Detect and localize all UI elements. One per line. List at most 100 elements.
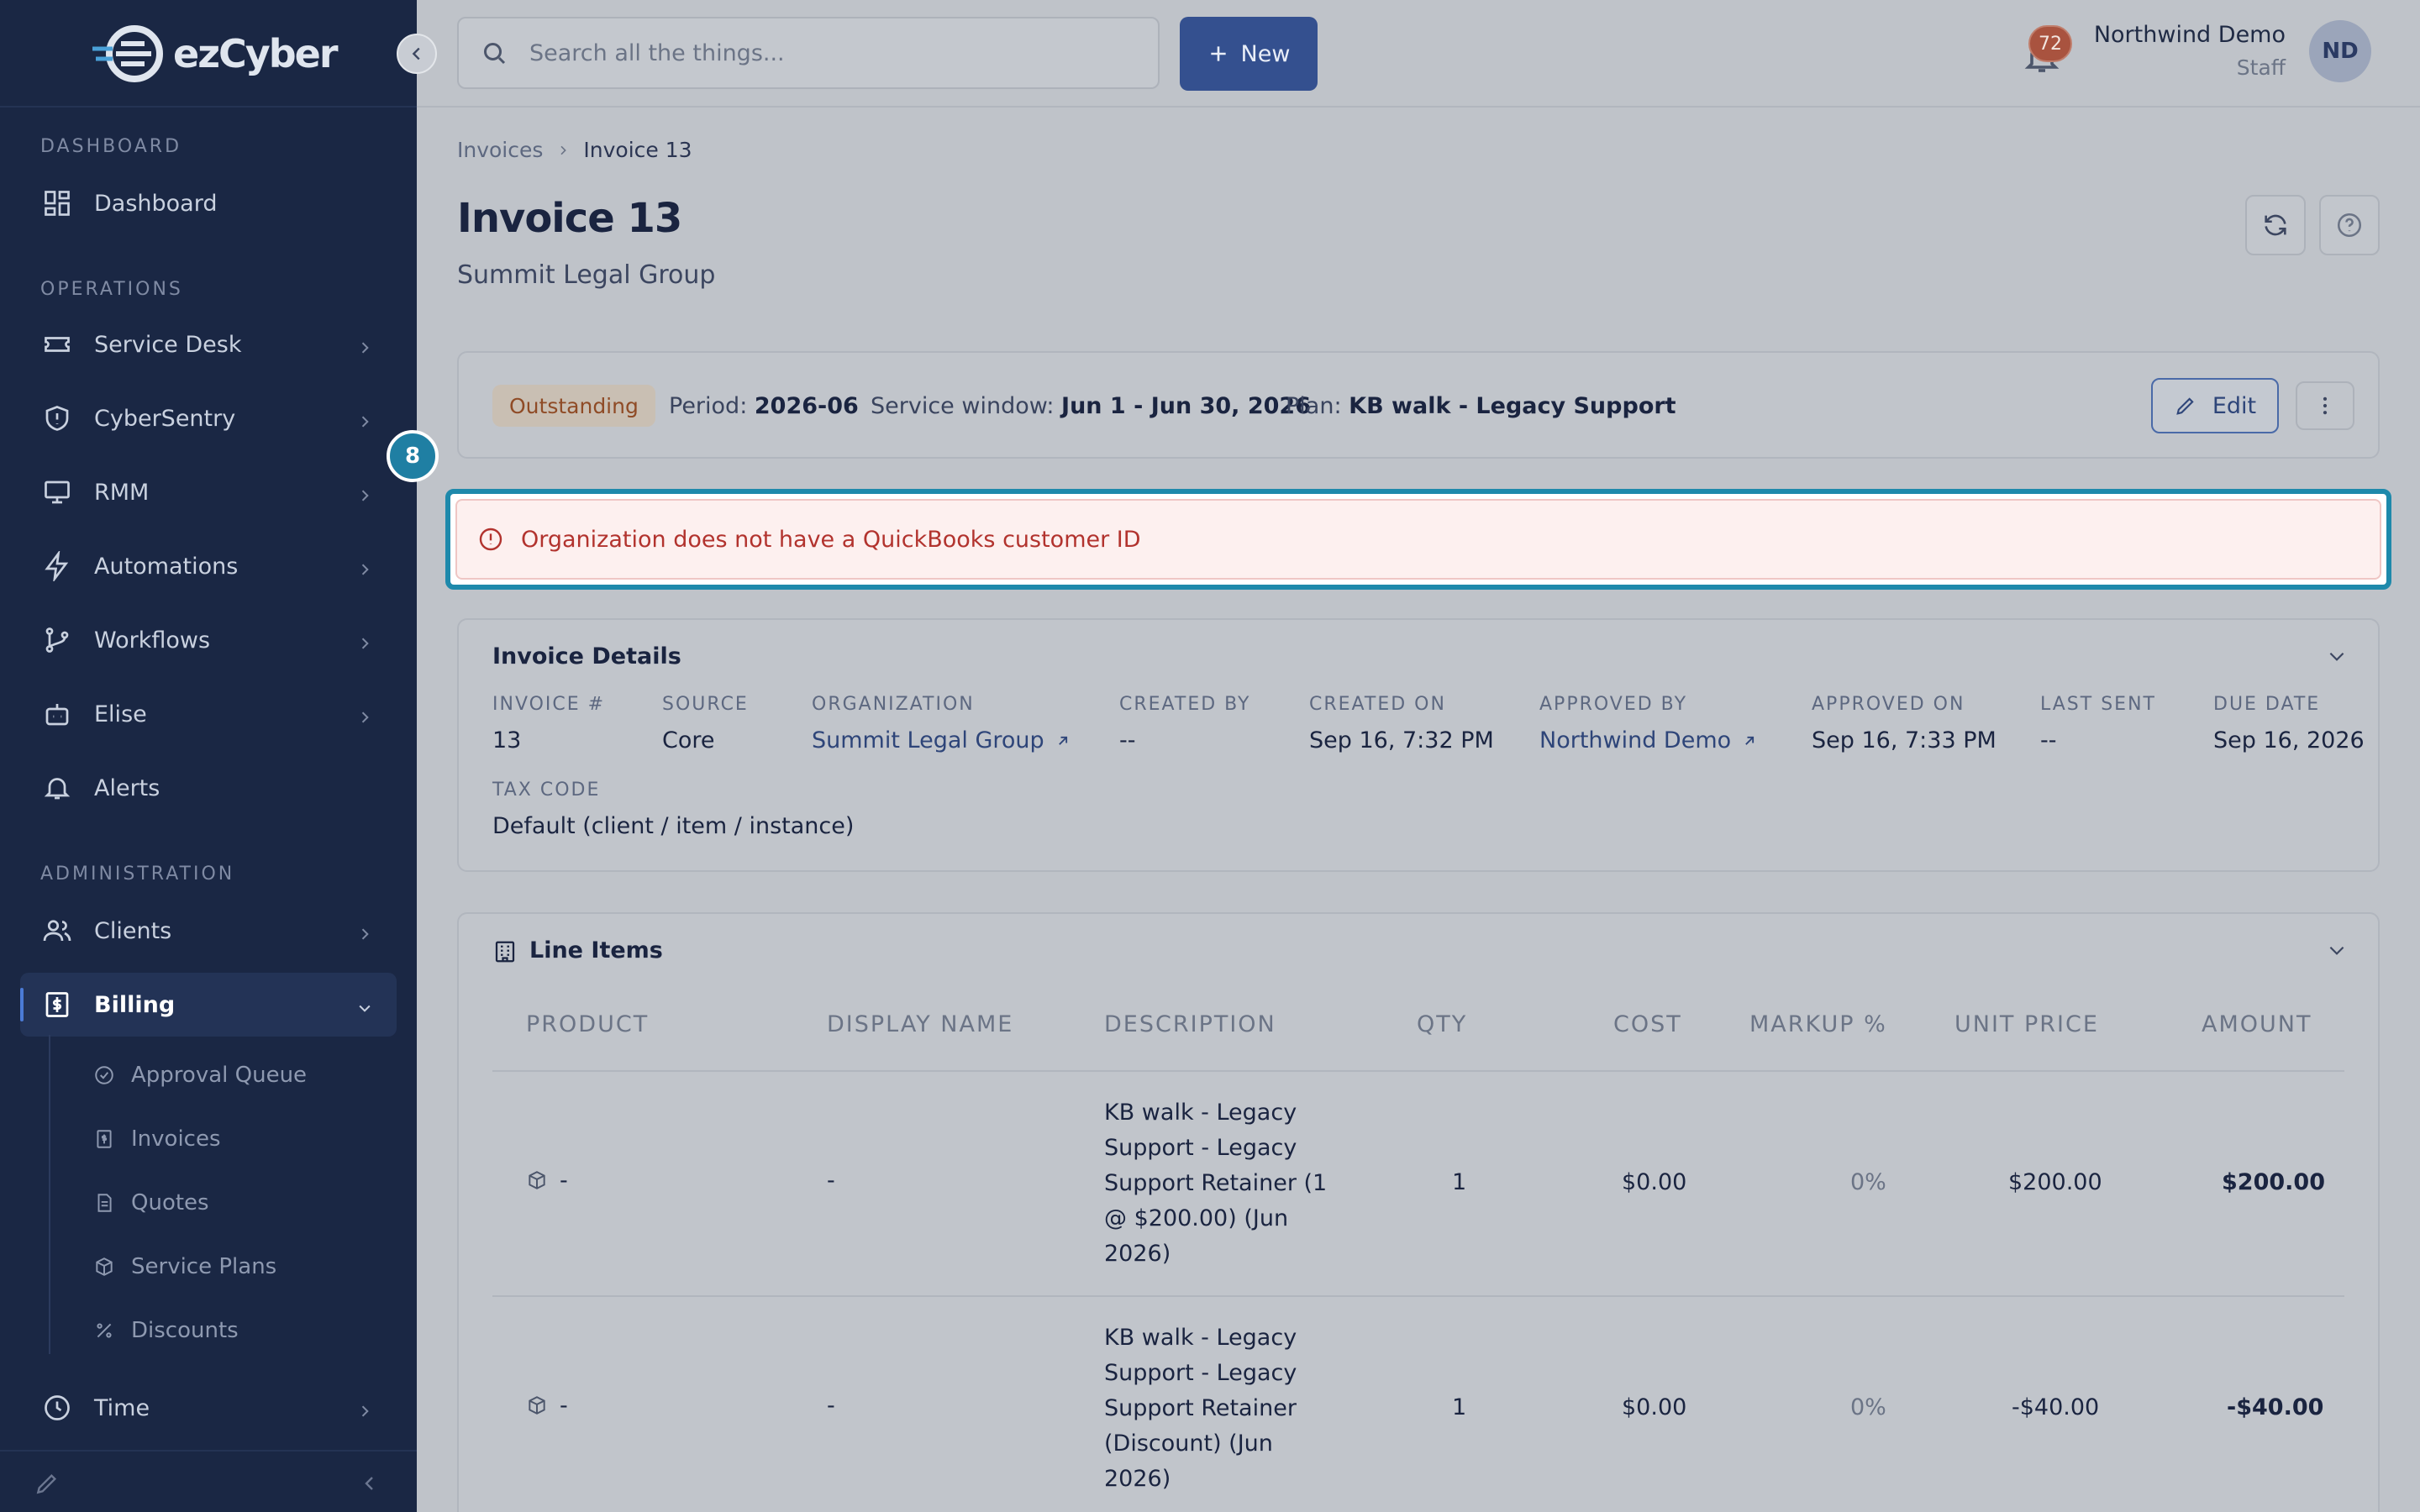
topbar: New 72 Northwind Demo Staff ND [417,0,2420,108]
sidebar-item-alerts[interactable]: Alerts [20,756,397,820]
new-button-label: New [1240,40,1291,67]
user-name[interactable]: Northwind Demo [2094,22,2286,48]
global-search[interactable] [457,17,1160,89]
invoice-icon [92,1127,116,1151]
field-value-due-date: Sep 16, 2026 [2213,727,2365,753]
building-icon [492,939,518,968]
percent-icon [92,1319,116,1342]
sidebar-item-clients[interactable]: Clients [20,899,397,963]
invoice-summary-bar: Outstanding Period: 2026-06 Service wind… [457,351,2380,459]
column-header-unit-price[interactable]: UNIT PRICE [1954,1011,2099,1037]
bell-icon [40,771,74,805]
sidebar-subitem-quotes[interactable]: Quotes [92,1179,209,1226]
line-items-card: Line Items [457,912,2380,1512]
alert-circle-icon [479,528,502,551]
field-label-organization: ORGANIZATION [812,694,975,715]
document-icon [92,1191,116,1215]
sidebar-item-label: RMM [94,479,150,506]
sidebar: ezCyber DASHBOARD Dashboard OPERATIONS S… [0,0,417,1512]
notification-count-badge[interactable]: 72 [2028,25,2072,62]
chevron-right-icon [356,922,373,948]
search-input[interactable] [529,39,1118,66]
breadcrumb-invoices-link[interactable]: Invoices [457,138,543,162]
collapse-sidebar-button[interactable] [397,34,437,74]
column-header-product[interactable]: PRODUCT [526,1011,649,1037]
help-button[interactable] [2319,195,2380,255]
sidebar-subitem-invoices[interactable]: Invoices [92,1116,221,1163]
edit-button[interactable]: Edit [2151,378,2279,433]
section-label-dashboard: DASHBOARD [40,136,182,157]
column-header-amount[interactable]: AMOUNT [2202,1011,2312,1037]
field-label-created-on: CREATED ON [1309,694,1446,715]
field-label-due-date: DUE DATE [2213,694,2321,715]
sidebar-item-billing[interactable]: Billing [20,973,397,1037]
sidebar-item-automations[interactable]: Automations [20,534,397,598]
field-value-created-on: Sep 16, 7:32 PM [1309,727,1494,753]
chevron-right-icon [356,410,373,436]
column-header-description[interactable]: DESCRIPTION [1104,1011,1276,1037]
chevron-right-icon [560,145,567,155]
sidebar-item-label: Workflows [94,627,211,654]
description-line: Support - Legacy [1104,1135,1297,1161]
package-icon [526,1169,548,1194]
column-header-qty[interactable]: QTY [1417,1011,1467,1037]
collapse-chevron-icon[interactable] [2326,939,2348,964]
field-value-created-by: -- [1119,727,1136,753]
service-window-label: Service window: [871,393,1055,419]
service-window-value: Jun 1 - Jun 30, 2026 [1061,393,1311,419]
refresh-button[interactable] [2245,195,2306,255]
organization-link[interactable]: Summit Legal Group [812,727,1071,753]
collapse-sidebar-chevron-icon[interactable] [360,1473,380,1497]
cell-unit-price: $200.00 [2008,1169,2102,1195]
approved-by-link[interactable]: Northwind Demo [1539,727,1758,753]
sidebar-item-elise[interactable]: Elise [20,682,397,746]
field-value-invoice-number: 13 [492,727,522,753]
column-header-markup[interactable]: MARKUP % [1749,1011,1887,1037]
description-line: 2026) [1104,1241,1171,1267]
sidebar-subitem-label: Invoices [131,1126,221,1152]
sidebar-item-label: Service Desk [94,331,242,358]
column-header-cost[interactable]: COST [1613,1011,1682,1037]
description-line: KB walk - Legacy [1104,1100,1297,1126]
robot-icon [40,697,74,731]
field-label-invoice-number: INVOICE # [492,694,606,715]
sidebar-item-workflows[interactable]: Workflows [20,608,397,672]
sidebar-subitem-service-plans[interactable]: Service Plans [92,1243,276,1290]
sidebar-item-time[interactable]: Time [20,1376,397,1440]
more-actions-button[interactable] [2296,381,2354,430]
field-label-tax-code: TAX CODE [492,780,601,801]
invoice-details-title: Invoice Details [492,643,681,669]
sidebar-subitem-approval-queue[interactable]: Approval Queue [92,1052,307,1099]
ezcyber-logo[interactable]: ezCyber [91,22,339,86]
ticket-icon [40,328,74,361]
description-line: (Discount) (Jun [1104,1431,1273,1457]
cell-markup: 0% [1850,1394,1886,1420]
description-line: Support Retainer (1 [1104,1170,1328,1196]
avatar[interactable]: ND [2309,20,2371,82]
collapse-chevron-icon[interactable] [2326,645,2348,670]
pencil-icon[interactable] [34,1470,60,1500]
sidebar-item-dashboard[interactable]: Dashboard [20,171,397,235]
sidebar-subitem-label: Discounts [131,1318,239,1343]
sidebar-subitem-discounts[interactable]: Discounts [92,1307,239,1354]
sidebar-item-service-desk[interactable]: Service Desk [20,312,397,376]
new-button[interactable]: New [1180,17,1318,91]
approved-by-link-text: Northwind Demo [1539,727,1732,753]
cell-amount: -$40.00 [2227,1394,2324,1420]
pencil-icon [2176,397,2194,415]
description-line: Support Retainer [1104,1395,1297,1421]
column-header-display-name[interactable]: DISPLAY NAME [827,1011,1013,1037]
help-question-icon [2337,213,2362,238]
users-icon [40,914,74,948]
sidebar-item-label: Billing [94,991,176,1018]
breadcrumb: Invoices Invoice 13 [457,138,692,162]
external-link-arrow-icon [1058,736,1067,745]
monitor-icon [40,475,74,509]
chevron-right-icon [356,632,373,658]
cell-product: - [560,1168,568,1194]
active-indicator [20,988,24,1021]
invoice-details-card: Invoice Details INVOICE # 13 SOURCE Core… [457,618,2380,872]
sidebar-item-cybersentry[interactable]: CyberSentry [20,386,397,450]
sidebar-item-rmm[interactable]: RMM [20,460,397,524]
cell-description: KB walk - Legacy Support - Legacy Suppor… [1104,1095,1339,1272]
